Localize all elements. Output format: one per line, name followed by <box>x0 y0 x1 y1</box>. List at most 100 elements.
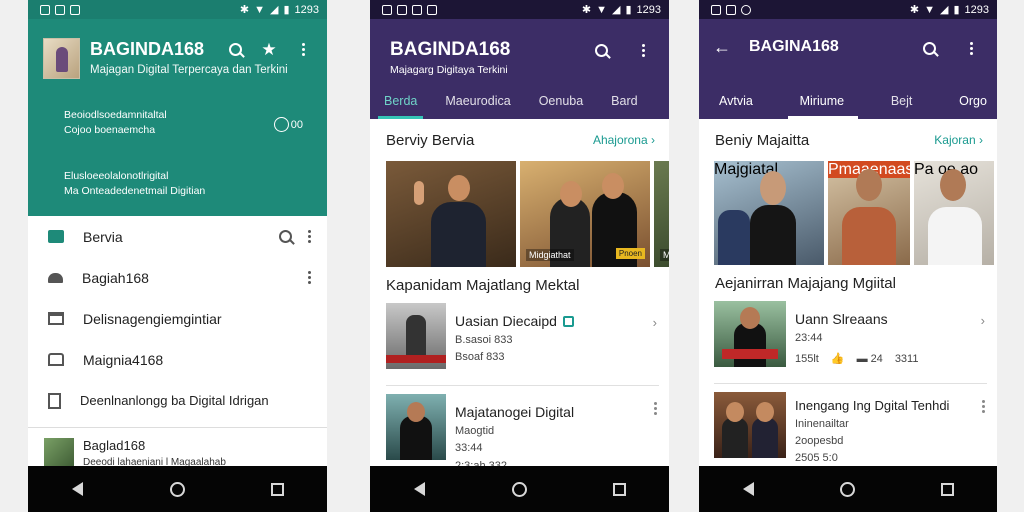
menu-item[interactable]: Bagiah168 <box>28 257 327 298</box>
star-icon[interactable]: ★ <box>259 39 279 59</box>
see-all-label: Kajoran <box>934 133 976 147</box>
back-icon <box>72 482 84 496</box>
section-title: Kapanidam Majatlang Mektal <box>386 277 580 294</box>
see-all-label: Ahajorona <box>592 133 648 147</box>
divider <box>386 385 659 386</box>
recents-icon <box>612 482 626 496</box>
app-bar: ← BAGINA168 Avtvia Miriume Bejt Orgo <box>699 19 997 119</box>
more-menu-button[interactable] <box>982 400 985 413</box>
back-arrow-icon[interactable]: ← <box>713 37 731 58</box>
app-title: BAGINDA168 <box>90 39 205 59</box>
search-button[interactable] <box>591 40 611 60</box>
comment-button[interactable]: ▬ 24 <box>857 353 883 365</box>
menu-item[interactable]: Maignia4168 <box>28 339 327 380</box>
home-icon <box>169 481 185 497</box>
thumbnail <box>714 301 786 367</box>
menu-item[interactable]: Bervia <box>28 216 327 257</box>
back-button[interactable] <box>63 474 93 504</box>
menu-item-label: Deenlnanlongg ba Digital Idrigan <box>80 393 269 408</box>
tab-bejt[interactable]: Bejt <box>891 83 913 119</box>
search-icon[interactable] <box>279 230 292 243</box>
comments-count: 24 <box>870 352 883 365</box>
more-menu-button[interactable] <box>654 402 657 415</box>
wifi-icon: ▼ <box>596 3 607 16</box>
list-item[interactable]: Uann Slreaans 23:44 155lt 👍 ▬ 24 3311 › <box>699 301 997 381</box>
tab-orgo[interactable]: Orgo <box>959 83 987 119</box>
tab-avtvia[interactable]: Avtvia <box>719 83 753 119</box>
list-item[interactable]: Uasian Diecaipd B.sasoi 833 Bsoaf 833 › <box>370 303 669 383</box>
back-button[interactable] <box>405 474 435 504</box>
notification-icon <box>382 4 392 15</box>
search-button[interactable] <box>919 38 939 58</box>
thumbnail <box>386 303 446 369</box>
more-menu-button[interactable] <box>293 39 313 59</box>
notification-icon <box>741 4 751 15</box>
home-button[interactable] <box>504 474 534 504</box>
status-bar: ✱ ▼ ◢ ▮ 1293 <box>370 0 669 19</box>
list-item-title: Uasian Diecaipd <box>455 313 557 329</box>
featured-card[interactable]: Pmaaenaasiaat <box>828 161 910 265</box>
tab-miriume[interactable]: Miriume <box>787 83 859 119</box>
list-item-meta: Ininenailtar <box>795 418 849 430</box>
list-item-title: Baglad168 <box>83 438 146 453</box>
search-button[interactable] <box>225 39 245 59</box>
back-icon <box>414 482 426 496</box>
featured-card[interactable]: Pa oe ao <box>914 161 994 265</box>
more-menu-button[interactable] <box>633 40 653 60</box>
more-vert-icon[interactable] <box>308 271 311 284</box>
notification-icon <box>70 4 80 15</box>
more-vert-icon <box>654 402 657 415</box>
home-button[interactable] <box>162 474 192 504</box>
featured-card[interactable]: Majgiatal <box>714 161 824 265</box>
list-item-title: Uann Slreaans <box>795 311 888 327</box>
menu-item[interactable]: Delisnagengiemgintiar <box>28 298 327 339</box>
building-icon <box>48 312 64 325</box>
image-icon <box>726 4 736 15</box>
back-button[interactable] <box>734 474 764 504</box>
featured-card[interactable]: Midgiathat Pnoen <box>520 161 650 267</box>
system-nav-bar <box>370 466 669 512</box>
list-item[interactable]: Inengang Ing Dgital Tenhdi Ininenailtar … <box>699 392 997 472</box>
section-title: Berviy Bervia <box>386 131 475 149</box>
app-subtitle: Majagan Digital Terpercaya dan Terkini <box>90 64 288 76</box>
card-badge: Pnoen <box>615 248 645 259</box>
featured-card[interactable]: Mc <box>654 161 669 267</box>
home-button[interactable] <box>833 474 863 504</box>
toggle-control[interactable]: 00 <box>273 117 303 132</box>
see-all-link[interactable]: Kajoran › <box>934 133 983 147</box>
menu-item[interactable]: Deenlnanlongg ba Digital Idrigan <box>28 380 327 421</box>
tab-bard[interactable]: Bard <box>597 83 651 119</box>
person-icon <box>48 272 63 283</box>
list-item[interactable]: Baglad168 Deeodi lahaeniani l Magaalahab <box>28 428 327 468</box>
see-all-link[interactable]: Ahajorona › <box>593 133 655 147</box>
status-bar: ✱ ▼ ◢ ▮ 1293 <box>699 0 997 19</box>
stats-row: 155lt 👍 ▬ 24 3311 <box>795 352 918 366</box>
list-item[interactable]: Majatanogei Digital Maogtid 33:44 <box>370 394 669 474</box>
more-vert-icon[interactable] <box>308 230 311 243</box>
menu-item-label: Maignia4168 <box>83 351 164 368</box>
notification-icon <box>711 4 721 15</box>
chevron-right-icon[interactable]: › <box>653 315 657 330</box>
more-menu-button[interactable] <box>961 38 981 58</box>
tab-berda[interactable]: Berda <box>370 83 431 119</box>
recents-icon <box>270 482 284 496</box>
recents-button[interactable] <box>604 474 634 504</box>
bluetooth-icon: ✱ <box>239 4 250 16</box>
card-image <box>414 181 424 205</box>
more-vert-icon <box>301 42 305 56</box>
like-button[interactable]: 👍 <box>831 352 845 365</box>
battery-icon: ▮ <box>625 4 632 16</box>
featured-card[interactable] <box>386 161 516 267</box>
recents-button[interactable] <box>932 474 962 504</box>
avatar[interactable] <box>43 38 80 79</box>
tab-oenuba[interactable]: Oenuba <box>525 83 597 119</box>
chevron-right-icon[interactable]: › <box>981 313 985 328</box>
more-vert-icon <box>969 41 973 55</box>
list-item-title: Inengang Ing Dgital Tenhdi <box>795 398 950 413</box>
list-item-meta: 23:44 <box>795 332 823 344</box>
featured-carousel: Midgiathat Pnoen Mc <box>370 161 669 267</box>
home-icon <box>48 353 64 366</box>
recents-button[interactable] <box>262 474 292 504</box>
tab-maeurodica[interactable]: Maeurodica <box>431 83 524 119</box>
signal-icon: ◢ <box>269 4 279 16</box>
